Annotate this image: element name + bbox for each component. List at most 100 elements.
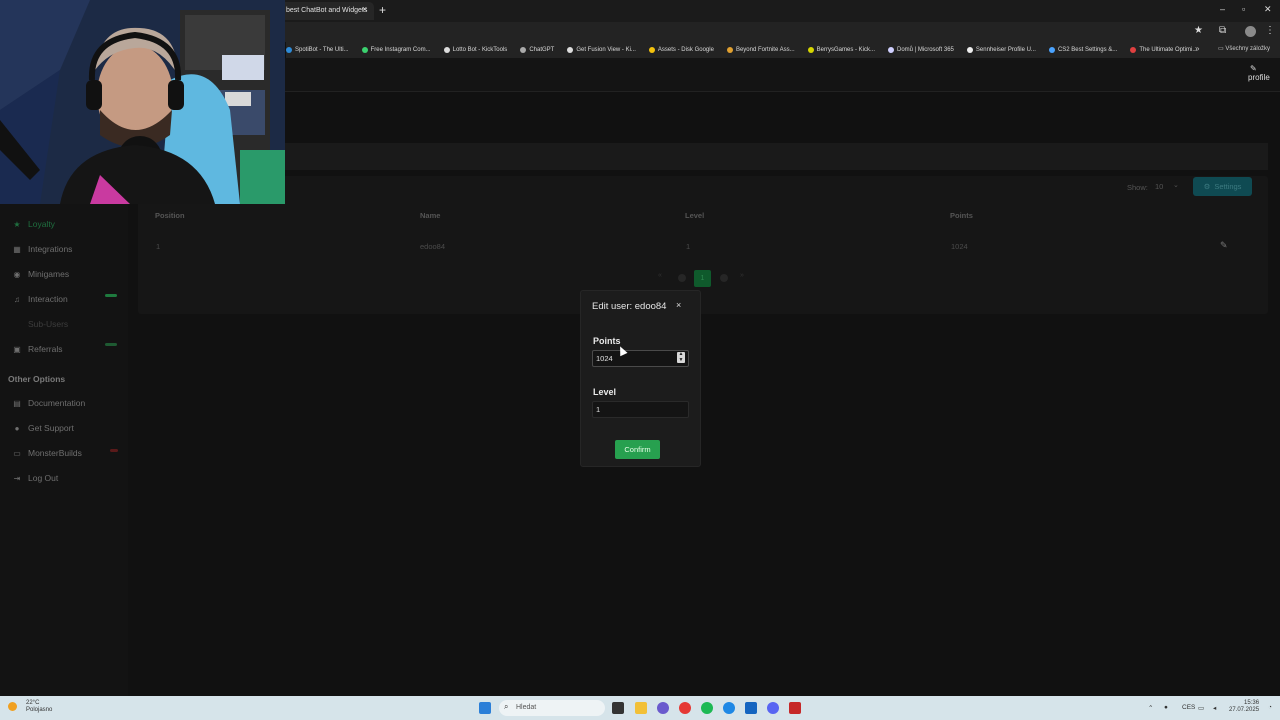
bookmark-item[interactable]: Sennheiser Profile U... [966,47,1036,53]
tab-close-icon[interactable]: × [362,4,367,14]
bookmark-item[interactable]: Assets - Disk Google [648,47,714,53]
sidebar-item-referrals[interactable]: ▣ Referrals [12,344,62,354]
settings-button[interactable]: ⚙ Settings [1193,177,1252,196]
bookmark-item[interactable]: Lotto Bot - KickTools [443,47,507,53]
copilot-icon[interactable] [657,702,669,714]
window-close-icon[interactable]: ✕ [1264,4,1272,15]
column-header-position[interactable]: Position [155,211,185,220]
language-indicator[interactable]: CES [1182,704,1195,711]
referral-icon: ▣ [13,344,21,354]
sidebar-item-integrations[interactable]: ▦ Integrations [12,244,72,254]
column-header-name[interactable]: Name [420,211,440,220]
sidebar-item-label: Log Out [28,473,59,483]
bookmark-favicon-icon [1130,47,1137,53]
content-header-strip [138,143,1268,170]
sidebar-item-loyalty[interactable]: ★ Loyalty [12,219,55,229]
bookmark-label: BerrysGames - Kick... [816,47,875,53]
new-tab-button[interactable]: + [379,3,386,17]
column-header-points[interactable]: Points [950,211,973,220]
pen-icon: ✎ [1250,64,1257,73]
browser-menu-icon[interactable]: ⋮ [1265,25,1275,36]
search-icon: ⌕ [504,702,509,711]
bookmark-item[interactable]: Get Fusion View - Ki... [567,47,636,53]
edit-pencil-icon[interactable]: ✎ [1220,240,1228,251]
bookmark-label: Sennheiser Profile U... [975,47,1036,53]
all-bookmarks-folder[interactable]: ▭ Všechny záložky [1218,45,1270,52]
page-size-select[interactable]: 10 [1150,179,1186,194]
sidebar-item-get-support[interactable]: ● Get Support [12,423,74,433]
modal-title: Edit user: edoo84 [592,301,667,312]
pager-first[interactable]: « [658,272,662,279]
pager-next[interactable] [720,274,728,282]
store-icon[interactable] [745,702,757,714]
taskbar-search[interactable]: Hledat [499,700,605,716]
sidebar-item-label: Documentation [28,398,86,408]
task-view-icon[interactable] [612,702,624,714]
column-header-level[interactable]: Level [685,211,704,220]
edge-icon[interactable] [723,702,735,714]
chrome-icon[interactable] [679,702,691,714]
pager-current-page[interactable]: 1 [694,270,711,287]
file-explorer-icon[interactable] [635,702,647,714]
bookmark-favicon-icon [807,47,814,53]
bookmarks-more-icon[interactable]: » [1195,44,1199,53]
sidebar-item-label: Interaction [28,294,68,304]
bookmark-favicon-icon [520,47,527,53]
bookmark-label: Beyond Fortnite Ass... [735,47,795,53]
music-icon: ♫ [14,294,20,304]
number-spinner-icon[interactable]: ▲ ▼ [677,351,685,363]
pager-last[interactable]: » [740,272,744,279]
close-icon[interactable]: × [676,300,681,310]
bookmark-item[interactable]: Domů | Microsoft 365 [887,47,954,53]
support-icon: ● [14,423,20,433]
bookmarks-bar: SpotiBot - The Ulti... Free Instagram Com… [286,42,1280,58]
bookmark-label: Domů | Microsoft 365 [896,47,954,53]
bookmark-label: CS2 Best Settings &... [1057,47,1118,53]
bookmark-favicon-icon [361,47,368,53]
bookmark-item[interactable]: ChatGPT [520,47,554,53]
taskbar-clock[interactable]: 15:36 27.07.2025 [1229,700,1259,714]
minimize-icon[interactable]: – [1220,4,1225,14]
bookmark-item[interactable]: SpotiBot - The Ulti... [286,47,349,53]
network-icon[interactable]: ▭ [1198,704,1204,712]
sidebar-item-sub-users[interactable]: Sub-Users [12,319,68,329]
level-input[interactable] [592,401,689,418]
sidebar-item-minigames[interactable]: ◉ Minigames [12,269,70,279]
confirm-button[interactable]: Confirm [615,440,660,459]
bookmark-favicon-icon [726,47,733,53]
spotify-icon[interactable] [701,702,713,714]
browser-profile-avatar[interactable] [1245,26,1256,37]
bookmark-item[interactable]: The Ultimate Optimi... [1130,47,1197,53]
bookmark-favicon-icon [648,47,655,53]
app-icon[interactable] [789,702,801,714]
discord-icon[interactable] [767,702,779,714]
volume-icon[interactable]: ◂ [1213,704,1216,712]
bookmark-item[interactable]: CS2 Best Settings &... [1048,47,1118,53]
microphone-icon[interactable]: ● [1164,704,1168,711]
bookmark-item[interactable]: BerrysGames - Kick... [807,47,875,53]
sidebar-item-interaction[interactable]: ♫ Interaction [12,294,68,304]
profile-link[interactable]: profile [1248,73,1270,82]
pager-prev[interactable] [678,274,686,282]
bookmark-item[interactable]: Free Instagram Com... [361,47,431,53]
extensions-icon[interactable]: ⧉ [1219,25,1226,36]
monitor-icon: ▭ [13,448,21,458]
sidebar-item-monsterbuilds[interactable]: ▭ MonsterBuilds [12,448,82,458]
bookmark-star-icon[interactable]: ★ [1194,25,1203,36]
sidebar-item-documentation[interactable]: ▤ Documentation [12,398,85,408]
tray-chevron-icon[interactable]: ⌃ [1148,704,1153,712]
weather-widget[interactable]: 22°C Polojasno [26,700,52,714]
bookmark-label: Get Fusion View - Ki... [576,47,636,53]
windows-start-icon[interactable] [479,702,491,714]
maximize-icon[interactable]: ▫ [1242,4,1245,14]
notification-icon[interactable]: ◔ [1268,704,1272,711]
points-input[interactable] [592,350,689,367]
sidebar-item-label: Get Support [28,423,74,433]
browser-tab[interactable]: best ChatBot and Widgets [280,2,374,20]
bookmark-item[interactable]: Beyond Fortnite Ass... [726,47,795,53]
referrals-badge [105,343,117,346]
sidebar-item-log-out[interactable]: ⇥ Log Out [12,473,59,483]
weather-sun-icon[interactable] [8,702,17,711]
other-options-title: Other Options [8,374,66,384]
bookmark-label: SpotiBot - The Ulti... [295,47,349,53]
